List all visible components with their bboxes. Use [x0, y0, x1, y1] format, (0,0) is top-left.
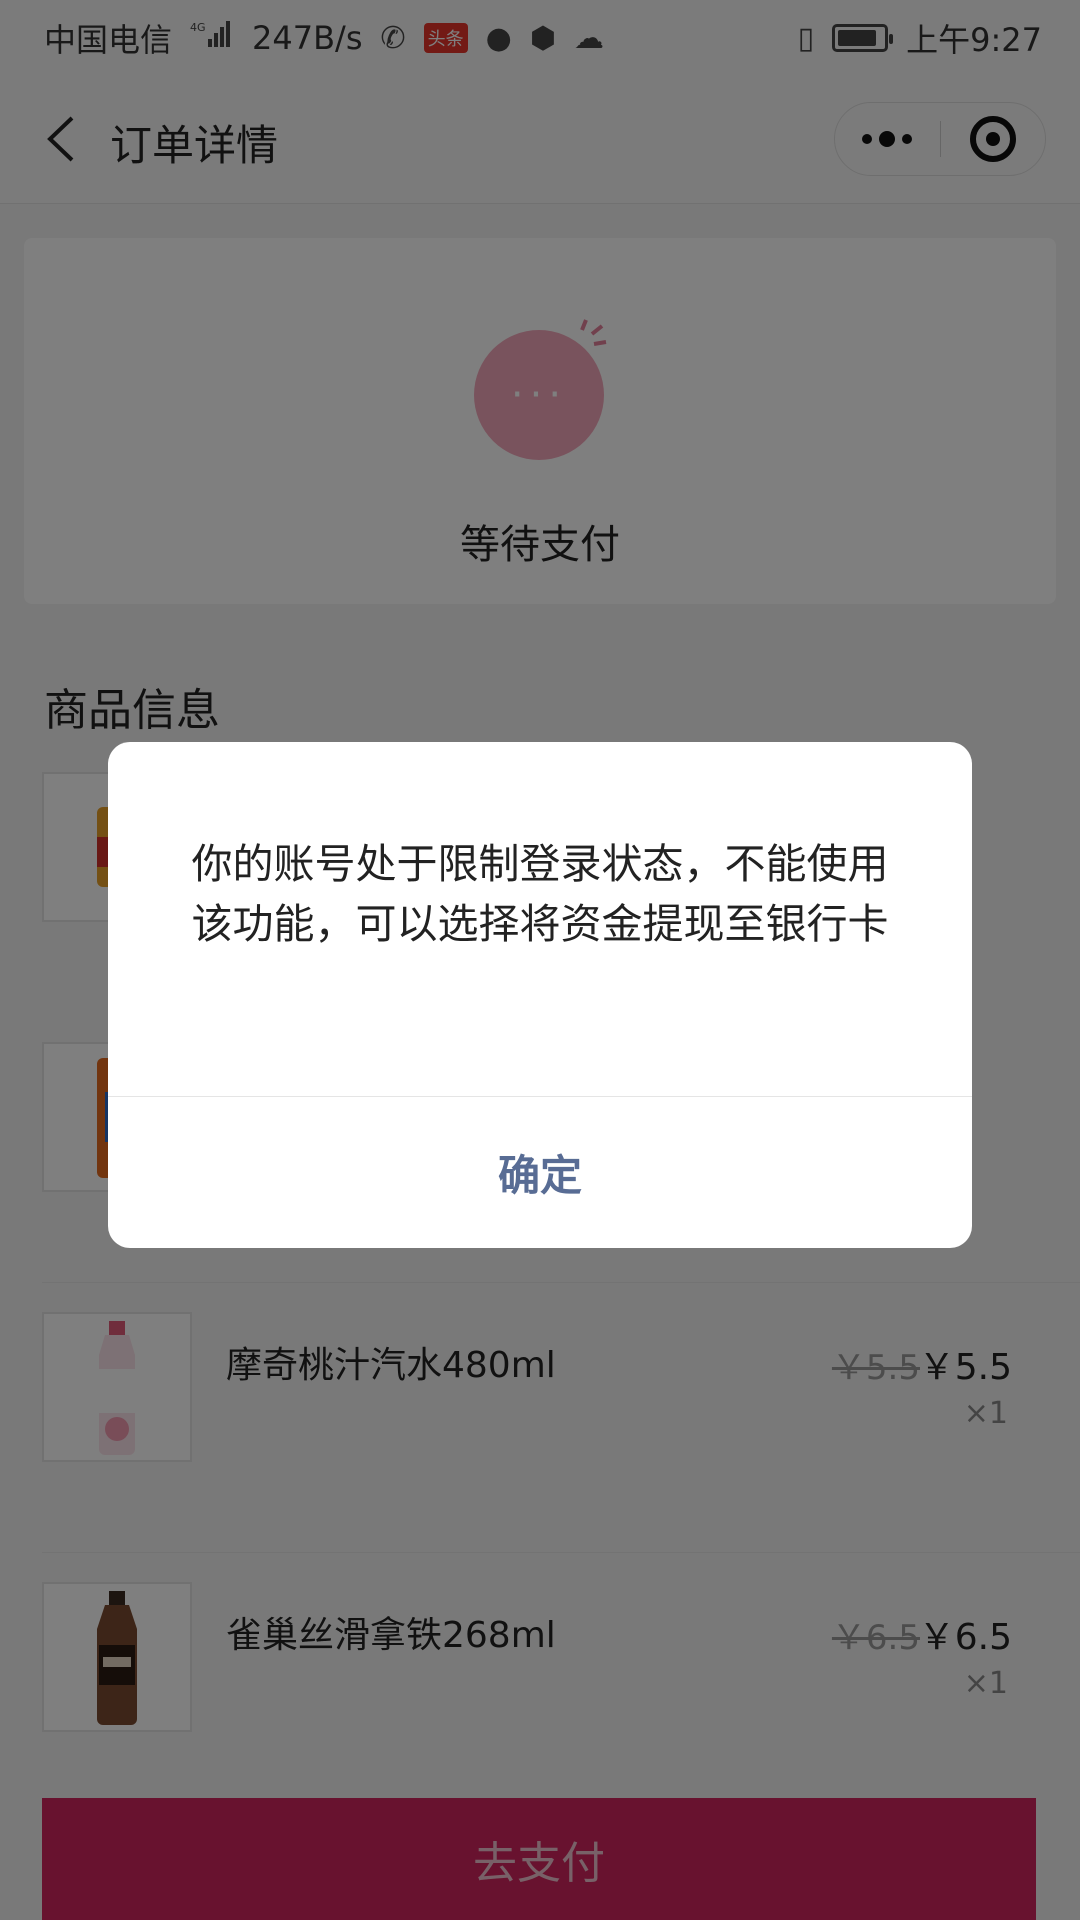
alert-dialog: 你的账号处于限制登录状态，不能使用该功能，可以选择将资金提现至银行卡 确定: [108, 742, 972, 1248]
confirm-button[interactable]: 确定: [108, 1097, 972, 1248]
dialog-message: 你的账号处于限制登录状态，不能使用该功能，可以选择将资金提现至银行卡: [191, 840, 889, 948]
screen: 中国电信 4G 247B/s ✆ 头条 ● ⬢ ☁ ▯ 上午9:2: [0, 0, 1080, 1920]
